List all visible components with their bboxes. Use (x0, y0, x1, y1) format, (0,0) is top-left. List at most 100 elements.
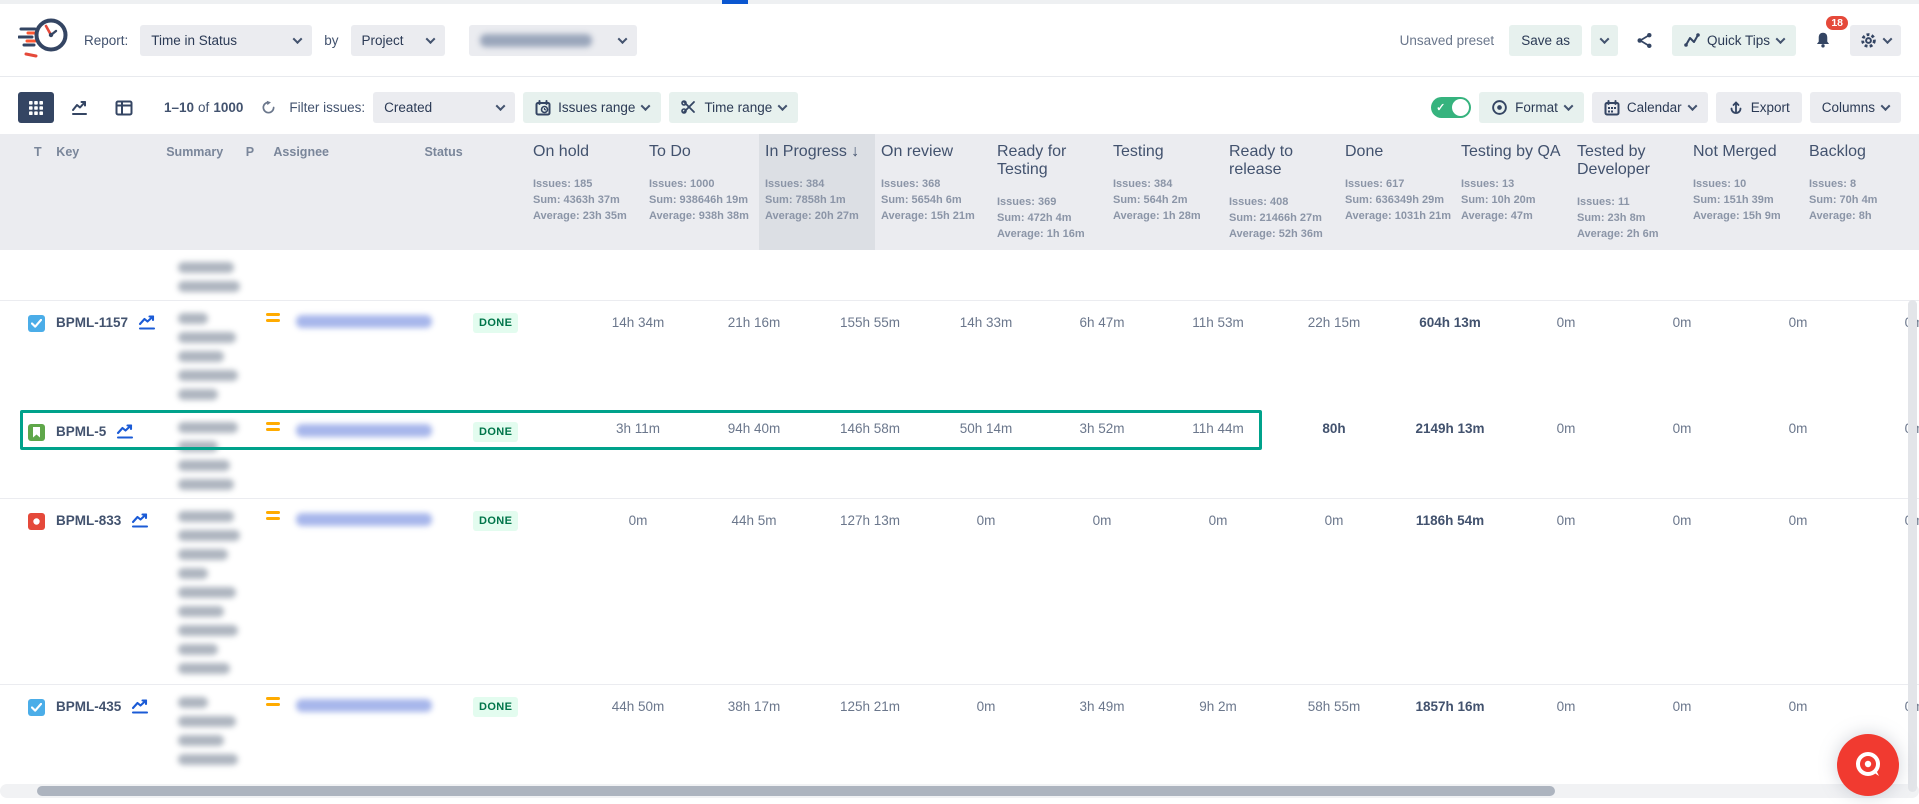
cell-done: 1186h 54m (1415, 513, 1485, 528)
redacted-assignee-link[interactable] (296, 424, 432, 437)
redacted-summary-line (178, 281, 240, 292)
cell-on-review: 0m (976, 513, 996, 528)
col-header-ready-to-release[interactable]: Ready to release Issues: 408 Sum: 21466h 2… (1223, 134, 1339, 250)
col-header-status[interactable]: Status (424, 145, 462, 159)
issue-trend-chart-icon[interactable] (138, 315, 157, 336)
col-header-ready-for-testing[interactable]: Ready for Testing Issues: 369 Sum: 472h 4m… (991, 134, 1107, 250)
column-stats: Issues: 11 Sum: 23h 8m Average: 2h 6m (1577, 196, 1659, 240)
chevron-down-icon (640, 101, 651, 112)
chevron-down-icon (495, 101, 506, 112)
issue-key-link[interactable]: BPML-5 (56, 424, 106, 439)
redacted-summary-line (178, 262, 234, 273)
bug-type-icon (28, 513, 45, 530)
cell-tested-by-developer: 0m (1672, 513, 1692, 528)
redacted-summary-line (178, 370, 238, 381)
preset-status: Unsaved preset (1399, 32, 1495, 48)
view-toggle-grid[interactable] (18, 92, 54, 123)
task-type-icon (28, 315, 45, 332)
redacted-summary-line (178, 568, 208, 579)
report-type-dropdown[interactable]: Time in Status (140, 24, 313, 56)
col-header-summary[interactable]: Summary (166, 145, 223, 159)
redacted-summary-line (178, 511, 234, 522)
share-button[interactable] (1627, 25, 1663, 56)
gear-icon (1861, 32, 1876, 48)
columns-button[interactable]: Columns (1809, 92, 1901, 123)
horizontal-scrollbar-track[interactable] (0, 784, 1919, 798)
save-as-menu-button[interactable] (1590, 24, 1618, 56)
calendar-button[interactable]: Calendar (1591, 92, 1708, 123)
col-header-key[interactable]: Key (56, 145, 79, 159)
col-header-tested-by-developer[interactable]: Tested by Developer Issues: 11 Sum: 23h 8m… (1571, 134, 1687, 250)
col-header-assignee[interactable]: Assignee (273, 145, 329, 159)
pagination-of: of (198, 100, 210, 115)
redacted-summary-line (178, 441, 218, 452)
table-row-bpml-833[interactable]: BPML-833 DONE 0m 44h 5m 127h 13m 0m 0m 0m 0m 1186… (0, 498, 1919, 684)
by-label: by (324, 32, 339, 48)
issue-trend-chart-icon[interactable] (116, 424, 135, 445)
project-select-dropdown[interactable] (468, 24, 637, 56)
col-header-type[interactable]: T (34, 145, 42, 159)
settings-button[interactable] (1850, 24, 1901, 56)
column-stats: Issues: 368 Sum: 5654h 6m Average: 15h 21m (881, 178, 975, 222)
export-button[interactable]: Export (1715, 92, 1802, 123)
table-row-bpml-1157[interactable]: BPML-1157 DONE 14h 34m 21h 16m 155h 55m 14h 3… (0, 300, 1919, 410)
redacted-assignee-link[interactable] (296, 315, 432, 328)
issue-key-link[interactable]: BPML-833 (56, 513, 121, 528)
redacted-summary-line (178, 460, 230, 471)
quick-tips-button[interactable]: Quick Tips (1671, 24, 1796, 56)
cell-done: 604h 13m (1419, 315, 1481, 330)
col-header-testing-by-qa[interactable]: Testing by QA Issues: 13 Sum: 10h 20m Avera… (1455, 134, 1571, 250)
status-badge: DONE (473, 422, 519, 442)
check-icon: ✓ (1436, 102, 1446, 114)
horizontal-scrollbar-thumb[interactable] (37, 786, 1555, 796)
time-range-icon (681, 100, 696, 114)
redacted-summary-line (178, 332, 236, 343)
col-header-testing[interactable]: Testing Issues: 384 Sum: 564h 2m Average: 1… (1107, 134, 1223, 250)
col-header-on-hold[interactable]: On hold Issues: 185 Sum: 4363h 37m Average:… (527, 134, 643, 250)
issue-trend-chart-icon[interactable] (131, 699, 150, 720)
issue-key-link[interactable]: BPML-1157 (56, 315, 128, 330)
route-icon (1684, 33, 1700, 47)
priority-medium-icon (266, 511, 280, 520)
issue-trend-chart-icon[interactable] (131, 513, 150, 534)
col-header-on-review[interactable]: On review Issues: 368 Sum: 5654h 6m Average… (875, 134, 991, 250)
help-chat-button[interactable] (1837, 734, 1899, 796)
view-toggle-chart[interactable] (62, 92, 98, 123)
col-header-in-progress[interactable]: In Progress ↓ Issues: 384 Sum: 7858h 1m Ave… (759, 134, 875, 250)
time-range-button[interactable]: Time range (669, 92, 799, 123)
cell-tested-by-developer: 0m (1672, 315, 1692, 330)
issues-range-label: Issues range (558, 100, 636, 115)
cell-testing: 0m (1208, 513, 1228, 528)
filter-issues-dropdown[interactable]: Created (373, 92, 516, 123)
col-header-backlog[interactable]: Backlog Issues: 8 Sum: 70h 4m Average: 8h (1803, 134, 1919, 250)
issues-range-button[interactable]: Issues range (523, 92, 662, 123)
column-stats: Issues: 369 Sum: 472h 4m Average: 1h 16m (997, 196, 1085, 240)
view-toggle-board[interactable] (106, 92, 142, 123)
refresh-icon (262, 100, 275, 114)
redacted-summary-line (178, 422, 238, 433)
col-header-done[interactable]: Done Issues: 617 Sum: 636349h 29m Average: … (1339, 134, 1455, 250)
refresh-button[interactable] (255, 92, 281, 123)
table-row-bpml-5[interactable]: BPML-5 DONE 3h 11m 94h 40m 146h 58m 50h 14m 3h… (0, 410, 1919, 498)
redacted-summary-line (178, 351, 224, 362)
table-row-partial[interactable] (0, 250, 1919, 300)
format-button[interactable]: Format (1479, 92, 1584, 123)
col-header-not-merged[interactable]: Not Merged Issues: 10 Sum: 151h 39m Average… (1687, 134, 1803, 250)
vertical-scrollbar-thumb[interactable] (1908, 300, 1917, 792)
save-as-button[interactable]: Save as (1509, 24, 1582, 56)
cell-on-hold: 3h 11m (615, 421, 661, 436)
group-by-dropdown[interactable]: Project (350, 24, 445, 56)
redacted-assignee-link[interactable] (296, 699, 432, 712)
col-header-to-do[interactable]: To Do Issues: 1000 Sum: 938646h 19m Average… (643, 134, 759, 250)
col-header-priority[interactable]: P (246, 145, 254, 159)
redacted-assignee-link[interactable] (296, 513, 432, 526)
redacted-summary-line (178, 549, 228, 560)
chevron-down-icon (1687, 101, 1698, 112)
column-stats: Issues: 8 Sum: 70h 4m Average: 8h (1809, 178, 1878, 222)
calendar-label: Calendar (1626, 100, 1682, 115)
notifications-button[interactable]: 18 (1805, 15, 1848, 56)
top-accent-bar (722, 0, 748, 4)
display-toggle[interactable]: ✓ (1431, 97, 1472, 118)
redacted-summary-line (178, 389, 218, 400)
issue-key-link[interactable]: BPML-435 (56, 699, 121, 714)
